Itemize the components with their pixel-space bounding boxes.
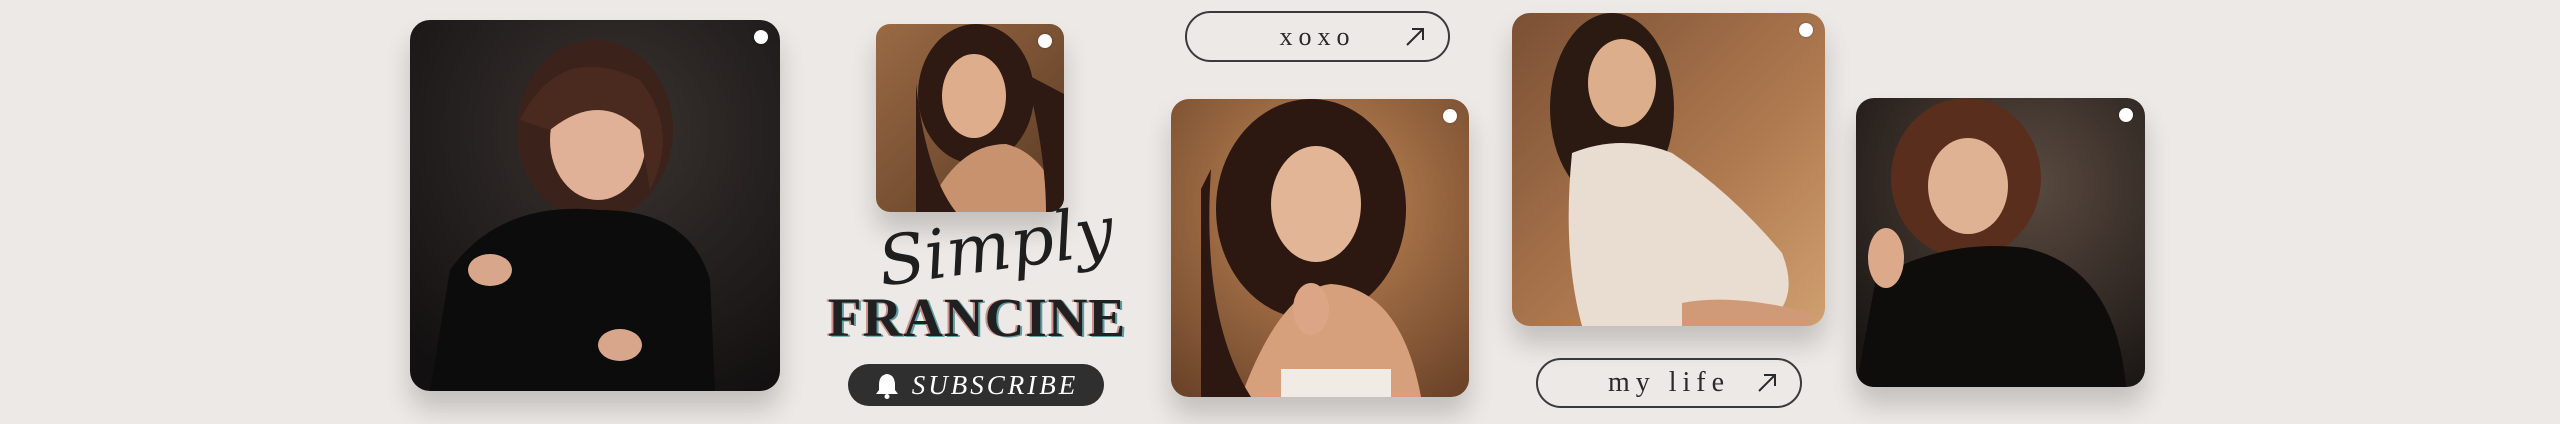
photo-card-2[interactable] <box>876 24 1064 212</box>
photo-card-4[interactable] <box>1512 13 1825 326</box>
portrait-photo-4 <box>1512 13 1825 326</box>
xoxo-label: xoxo <box>1279 21 1356 51</box>
portrait-photo-5 <box>1856 98 2145 387</box>
brand-name-text: FRANCINE <box>827 287 1127 348</box>
portrait-photo-1 <box>410 20 780 391</box>
portrait-photo-2 <box>876 24 1064 212</box>
photo-marker-icon <box>754 30 768 44</box>
arrow-up-right-icon <box>1758 374 1776 392</box>
photo-card-3[interactable] <box>1171 99 1469 397</box>
photo-card-5[interactable] <box>1856 98 2145 387</box>
photo-marker-icon <box>2119 108 2133 122</box>
photo-marker-icon <box>1038 34 1052 48</box>
bell-icon <box>875 374 898 399</box>
photo-marker-icon <box>1799 23 1813 37</box>
my-life-link-button[interactable]: my life <box>1536 358 1802 408</box>
arrow-up-right-icon <box>1406 27 1424 46</box>
subscribe-label: SUBSCRIBE <box>911 369 1079 400</box>
xoxo-link-button[interactable]: xoxo <box>1185 11 1450 62</box>
subscribe-button[interactable]: SUBSCRIBE <box>848 364 1104 406</box>
portrait-photo-3 <box>1171 99 1469 397</box>
my-life-label: my life <box>1607 367 1731 398</box>
photo-marker-icon <box>1443 109 1457 123</box>
photo-card-1[interactable] <box>410 20 780 391</box>
